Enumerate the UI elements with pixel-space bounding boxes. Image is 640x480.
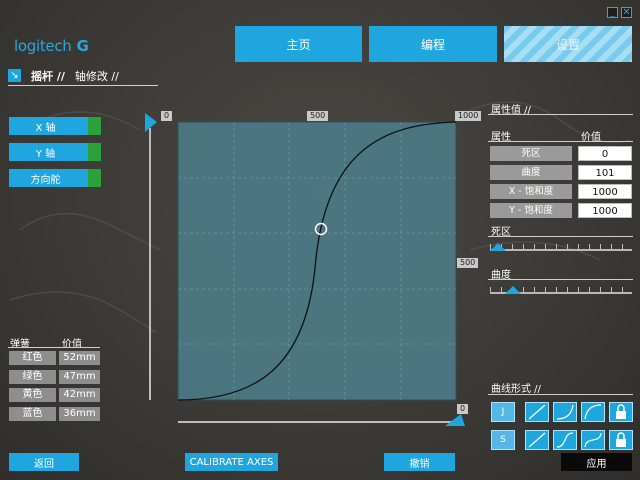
y-tick-0: 0 — [457, 404, 469, 414]
axis-y-button[interactable]: Y 轴 — [9, 143, 101, 161]
convex-curve-icon — [584, 404, 602, 420]
spring-color-green: 绿色 — [9, 370, 56, 384]
x-tick-0: 0 — [161, 111, 173, 121]
lock-icon — [616, 432, 626, 447]
axis-x-indicator — [88, 117, 101, 135]
inverse-s-curve-icon — [584, 432, 602, 448]
app-window: _ ✕ logitech G 主页 编程 设置 ↘ 摇杆 // 轴修改 // X … — [0, 0, 640, 480]
logo-text: logitech — [14, 37, 72, 55]
x-tick-500: 500 — [307, 111, 329, 121]
curvature-divider — [488, 279, 633, 280]
bottom-right-marker-icon[interactable] — [445, 414, 465, 426]
spring-value-green: 47mm — [59, 370, 100, 384]
curve-lock-button-1[interactable] — [609, 402, 633, 422]
spring-value-blue: 36mm — [59, 407, 100, 421]
breadcrumb-arrow-icon[interactable]: ↘ — [8, 69, 21, 82]
concave-curve-icon — [556, 404, 574, 420]
y-tick-500: 500 — [457, 258, 479, 268]
axis-x-button[interactable]: X 轴 — [9, 117, 101, 135]
properties-header-divider — [488, 141, 633, 142]
spring-header-divider — [8, 347, 100, 348]
curve-j-button[interactable]: J — [491, 402, 515, 422]
curve-linear-button-2[interactable] — [525, 430, 549, 450]
apply-button[interactable]: 应用 — [561, 453, 632, 471]
properties-title-divider — [488, 114, 633, 115]
prop-y-saturation-input[interactable]: 1000 — [578, 203, 632, 218]
response-curve-editor[interactable]: 0 500 1000 500 0 — [145, 108, 482, 428]
prop-deadzone-input[interactable]: 0 — [578, 146, 632, 161]
curve-shape-divider — [488, 394, 633, 395]
axis-rudder-indicator — [88, 169, 101, 187]
prop-x-saturation-input[interactable]: 1000 — [578, 184, 632, 199]
curve-s-button[interactable]: S — [491, 430, 515, 450]
back-button[interactable]: 返回 — [9, 453, 79, 471]
axis-rudder-label: 方向舵 — [30, 174, 61, 186]
prop-curvature-label: 曲度 — [490, 165, 572, 180]
s-curve-icon — [556, 432, 574, 448]
close-button[interactable]: ✕ — [621, 7, 632, 18]
deadzone-slider[interactable] — [490, 249, 632, 251]
curve-exp-button[interactable] — [553, 402, 577, 422]
lock-icon — [616, 404, 626, 419]
spring-value-yellow: 42mm — [59, 388, 100, 402]
prop-deadzone-label: 死区 — [490, 146, 572, 161]
curve-linear-button[interactable] — [525, 402, 549, 422]
tab-home[interactable]: 主页 — [235, 26, 362, 62]
curve-inverse-s-button[interactable] — [581, 430, 605, 450]
curve-log-button[interactable] — [581, 402, 605, 422]
breadcrumb: ↘ 摇杆 // 轴修改 // — [8, 66, 158, 86]
curve-lock-button-2[interactable] — [609, 430, 633, 450]
axis-y-indicator — [88, 143, 101, 161]
linear-curve-icon — [528, 404, 546, 420]
prop-y-saturation-label: Y - 饱和度 — [490, 203, 572, 218]
calibrate-axes-button[interactable]: CALIBRATE AXES — [185, 453, 278, 471]
response-curve-svg — [145, 113, 465, 426]
prop-curvature-input[interactable]: 101 — [578, 165, 632, 180]
plot-area[interactable] — [178, 122, 456, 400]
axis-y-label: Y 轴 — [35, 148, 56, 160]
curve-scurve-button[interactable] — [553, 430, 577, 450]
logitech-logo: logitech G — [14, 37, 89, 55]
deadzone-divider — [488, 236, 633, 237]
spring-color-blue: 蓝色 — [9, 407, 56, 421]
deadzone-slider-thumb[interactable] — [490, 243, 506, 251]
spring-color-red: 红色 — [9, 351, 56, 365]
axis-rudder-button[interactable]: 方向舵 — [9, 169, 101, 187]
spring-color-yellow: 黄色 — [9, 388, 56, 402]
undo-button[interactable]: 撤销 — [384, 453, 455, 471]
spring-value-red: 52mm — [59, 351, 100, 365]
tab-settings[interactable]: 设置 — [504, 26, 632, 62]
linear-curve-icon — [528, 432, 546, 448]
prop-x-saturation-label: X - 饱和度 — [490, 184, 572, 199]
breadcrumb-axis-modify: 轴修改 // — [74, 69, 119, 83]
curvature-slider-thumb[interactable] — [505, 286, 521, 294]
minimize-button[interactable]: _ — [607, 7, 618, 18]
curve-shape-title: 曲线形式 // — [491, 384, 541, 395]
breadcrumb-joystick[interactable]: 摇杆 // — [31, 68, 65, 84]
tab-programming[interactable]: 编程 — [369, 26, 497, 62]
logo-g-icon: G — [76, 37, 89, 55]
axis-x-label: X 轴 — [35, 122, 56, 134]
x-tick-1000: 1000 — [455, 111, 482, 121]
